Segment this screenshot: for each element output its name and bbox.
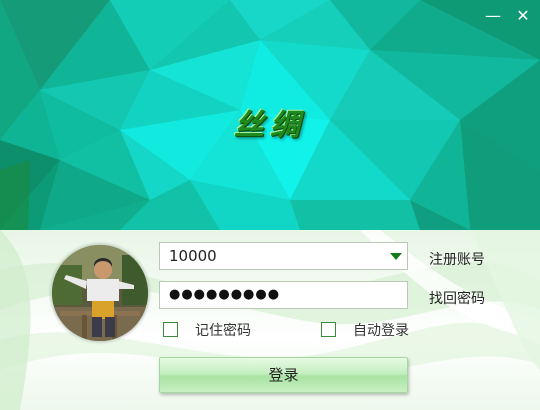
chevron-down-icon[interactable] [390, 253, 402, 260]
account-field[interactable]: 10000 [159, 242, 408, 270]
password-value: ●●●●●●●●● [169, 287, 281, 302]
close-icon[interactable]: ✕ [513, 6, 533, 26]
recover-password-link[interactable]: 找回密码 [429, 288, 485, 308]
auto-login-checkbox[interactable] [321, 322, 336, 337]
remember-password-checkbox[interactable] [163, 322, 178, 337]
avatar[interactable] [51, 244, 149, 342]
app-title: 丝绸 [234, 108, 306, 143]
login-window: 丝绸 — ✕ 10000 ●●●●●●●●● 注册账号 找回密码 记住密码 自动… [0, 0, 540, 410]
header-banner: 丝绸 — ✕ [0, 0, 540, 230]
avatar-photo-icon [52, 245, 148, 341]
remember-password-label[interactable]: 记住密码 [195, 320, 251, 340]
auto-login-label[interactable]: 自动登录 [353, 320, 409, 340]
register-account-link[interactable]: 注册账号 [429, 249, 485, 269]
login-button[interactable]: 登录 [159, 357, 408, 393]
minimize-icon[interactable]: — [483, 6, 503, 26]
password-field[interactable]: ●●●●●●●●● [159, 281, 408, 309]
account-value: 10000 [169, 247, 217, 265]
